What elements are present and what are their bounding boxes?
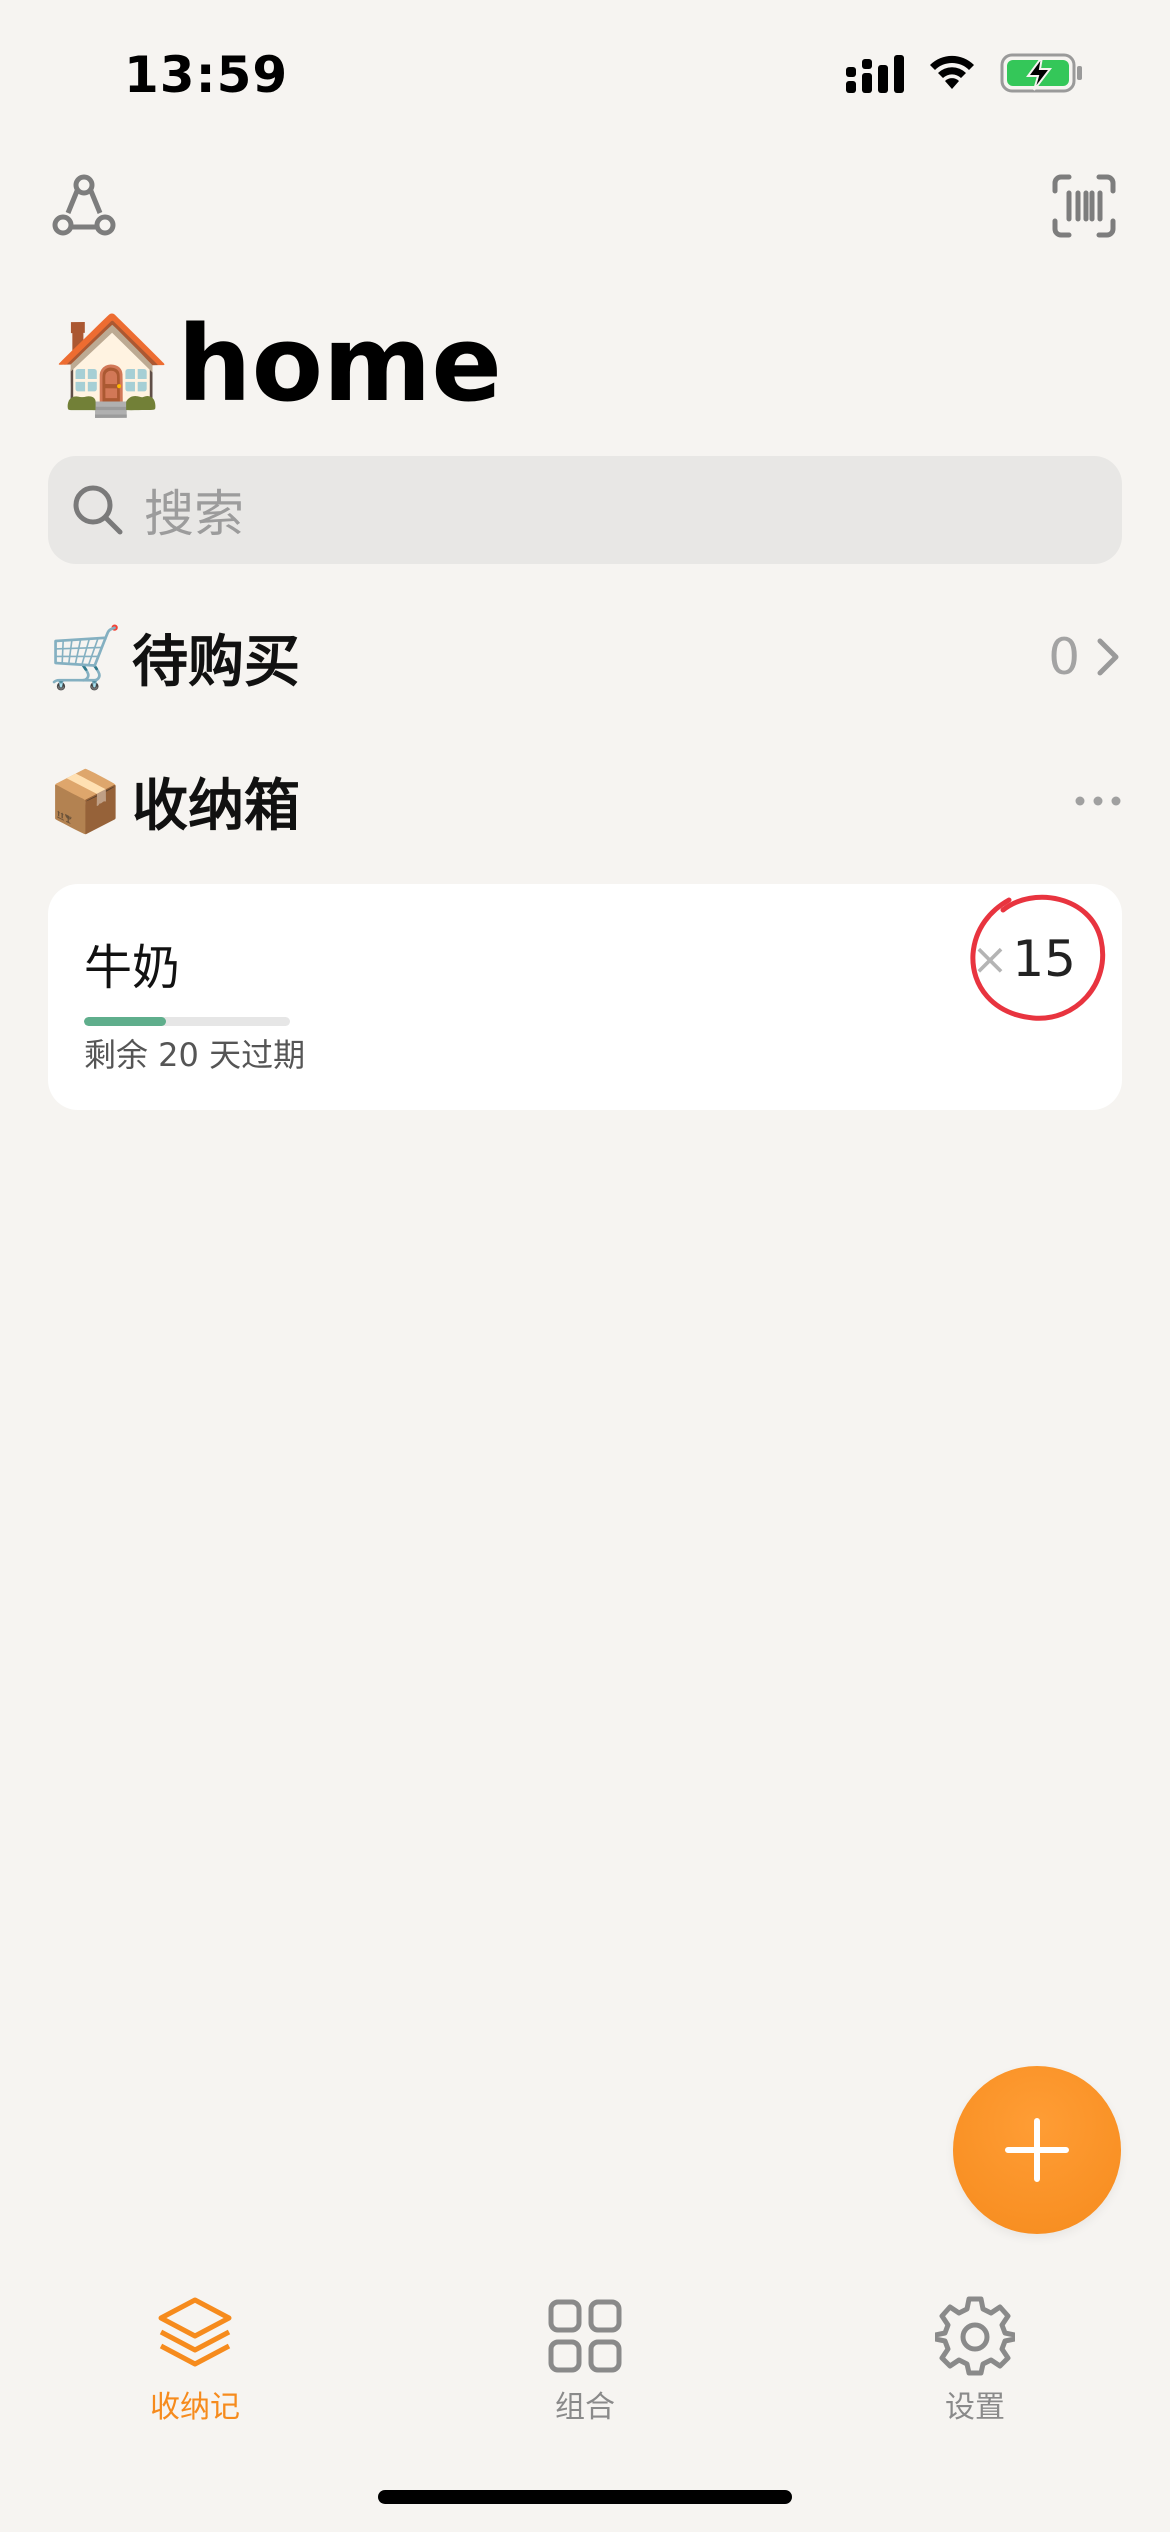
shopping-cart-icon: 🛒	[48, 622, 123, 693]
page-title-text: home	[177, 303, 502, 425]
status-time: 13:59	[124, 46, 289, 104]
section-to-buy-label: 待购买	[132, 629, 300, 695]
expiry-progress-fill	[84, 1017, 167, 1026]
section-storage-box-label: 收纳箱	[132, 773, 300, 839]
annotation-circle	[970, 894, 1106, 1021]
package-icon: 📦	[48, 766, 123, 837]
cellular-signal-icon	[846, 55, 904, 93]
gear-icon	[935, 2296, 1015, 2376]
page-title: 🏠 home	[52, 312, 502, 416]
item-card[interactable]: 牛奶 剩余 20 天过期 × 15	[48, 884, 1122, 1110]
more-options-icon[interactable]	[1074, 795, 1122, 807]
barcode-scan-icon[interactable]	[1048, 170, 1120, 242]
search-input[interactable]: 搜索	[48, 456, 1122, 564]
item-name: 牛奶	[84, 940, 181, 996]
tab-combination[interactable]: 组合	[475, 2296, 695, 2426]
expiry-progress-bar	[84, 1017, 290, 1026]
search-icon	[73, 485, 123, 535]
section-storage-box: 📦 收纳箱	[48, 756, 1122, 846]
search-placeholder: 搜索	[144, 485, 244, 543]
to-buy-count: 0	[1048, 628, 1080, 686]
wifi-icon	[930, 55, 974, 89]
section-to-buy[interactable]: 🛒 待购买 0	[48, 612, 1122, 702]
tab-combination-label: 组合	[555, 2390, 615, 2425]
layers-icon	[158, 2297, 232, 2367]
battery-icon	[1000, 53, 1082, 93]
house-emoji-icon: 🏠	[52, 308, 172, 420]
grid-icon	[548, 2299, 622, 2373]
add-item-button[interactable]	[953, 2066, 1121, 2234]
share-network-icon[interactable]	[48, 170, 120, 242]
tab-settings[interactable]: 设置	[865, 2296, 1085, 2426]
plus-icon	[1005, 2118, 1069, 2182]
tab-settings-label: 设置	[945, 2390, 1005, 2425]
tab-storage-label: 收纳记	[150, 2390, 240, 2425]
home-indicator	[378, 2490, 792, 2504]
status-icons	[846, 52, 1084, 94]
tab-storage[interactable]: 收纳记	[85, 2296, 305, 2426]
expiry-text: 剩余 20 天过期	[84, 1036, 306, 1074]
chevron-right-icon	[1097, 638, 1119, 676]
